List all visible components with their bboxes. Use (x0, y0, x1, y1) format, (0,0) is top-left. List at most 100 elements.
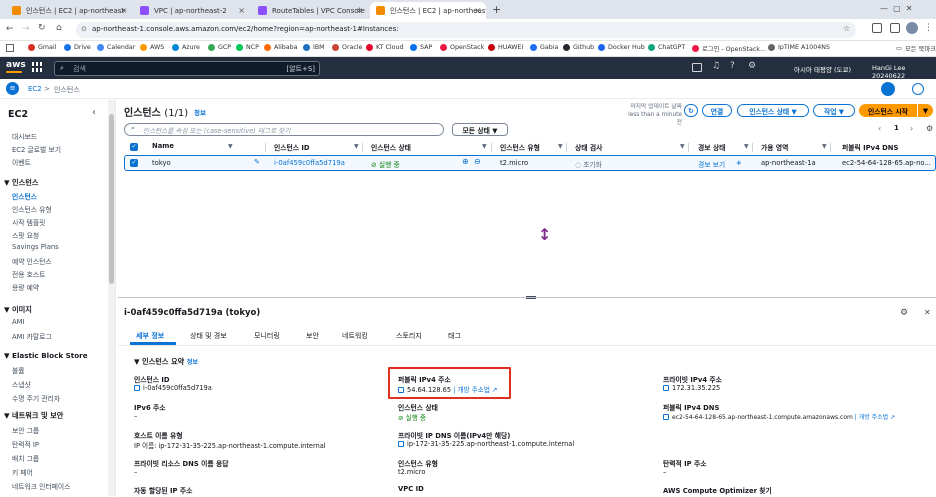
cell-instance-id-link[interactable]: i-0af459c0ffa5d719a (274, 159, 345, 167)
row-checkbox[interactable]: ✓ (130, 159, 138, 167)
bookmark-item[interactable]: KT Cloud (366, 44, 403, 51)
close-icon[interactable]: × (120, 6, 127, 15)
settings-gear-icon[interactable]: ⚙ (900, 308, 908, 318)
zoom-in-icon[interactable]: ⊕ (462, 157, 469, 166)
sidebar-item[interactable]: 스팟 요청 (12, 230, 39, 240)
sidebar-item[interactable]: 스냅샷 (12, 379, 31, 389)
sidebar-item-dashboard[interactable]: 대시보드 (12, 131, 37, 141)
open-address-link[interactable]: | 개방 주소법 (855, 414, 888, 421)
bookmark-item[interactable]: Calendar (97, 44, 135, 51)
sort-icon[interactable]: ▼ (482, 143, 487, 150)
refresh-button[interactable]: ↻ (684, 104, 698, 117)
sidebar-item[interactable]: 탄력적 IP (12, 439, 39, 449)
window-controls[interactable]: — ▢ ✕ (880, 4, 912, 13)
info-link[interactable]: 정보 (194, 107, 206, 117)
sidebar-item-global-view[interactable]: EC2 글로벌 보기 (12, 144, 61, 154)
forward-icon[interactable]: → (22, 24, 30, 34)
new-tab-button[interactable]: + (492, 3, 501, 16)
bookmark-item[interactable]: ChatGPT (648, 44, 685, 51)
sidebar-item[interactable]: 배치 그룹 (12, 453, 39, 463)
profile-avatar[interactable] (906, 22, 918, 34)
copy-icon[interactable] (398, 441, 404, 447)
close-icon[interactable]: × (238, 6, 245, 15)
state-filter-select[interactable]: 모든 상태 ▼ (452, 123, 508, 136)
sidebar-item[interactable]: 키 페어 (12, 467, 33, 477)
sidebar-item-events[interactable]: 이벤트 (12, 157, 31, 167)
bookmark-item[interactable]: Docker Hub (598, 44, 645, 51)
launch-dropdown-button[interactable]: ▼ (918, 104, 933, 117)
prev-page-icon[interactable]: ‹ (878, 124, 881, 133)
bookmark-item[interactable]: GCP (208, 44, 231, 51)
sidebar-item[interactable]: 예약 인스턴스 (12, 256, 52, 266)
bookmark-item[interactable]: Gabia (530, 44, 558, 51)
bookmark-item[interactable]: Azure (172, 44, 200, 51)
close-icon[interactable]: × (474, 6, 481, 15)
sidebar-item[interactable]: 시작 템플릿 (12, 217, 45, 227)
resize-arrows-icon[interactable]: ↕ (538, 225, 551, 244)
open-address-link[interactable]: | 개방 주소법 (453, 386, 490, 394)
instance-state-button[interactable]: 인스턴스 상태 ▼ (737, 104, 809, 117)
sidebar-item[interactable]: AMI (12, 318, 25, 326)
bookmark-folder[interactable]: ▭ 모든 북마크 (896, 44, 936, 53)
bookmark-item[interactable]: Github (563, 44, 594, 51)
bookmark-item[interactable]: Gmail (28, 44, 56, 51)
help-icon[interactable]: ? (730, 61, 735, 71)
menu-toggle-icon[interactable]: ≡ (6, 82, 19, 95)
summary-header[interactable]: ▼ 인스턴스 요약 정보 (134, 357, 198, 367)
tab-details[interactable]: 세부 정보 (136, 331, 164, 341)
bookmark-item[interactable]: HUAWEI (488, 44, 523, 51)
next-page-icon[interactable]: › (910, 124, 913, 133)
column-header[interactable]: 퍼블릭 IPv4 DNS (842, 142, 898, 152)
browser-tab-active[interactable]: 인스턴스 | EC2 | ap-northeast- × (370, 2, 486, 19)
sidebar-item[interactable]: 용량 예약 (12, 282, 39, 292)
aws-logo[interactable]: aws (6, 60, 26, 70)
tab-status[interactable]: 상태 및 경보 (190, 331, 227, 341)
select-all-checkbox[interactable]: ✓ (130, 143, 138, 151)
breadcrumb-ec2[interactable]: EC2 (28, 85, 42, 93)
tab-tags[interactable]: 태그 (448, 331, 461, 341)
back-icon[interactable]: ← (6, 24, 14, 34)
bookmark-item[interactable]: Alibaba (264, 44, 298, 51)
tab-networking[interactable]: 네트워킹 (342, 331, 368, 341)
sidebar-section-instances[interactable]: ▼ 인스턴스 (4, 178, 38, 188)
sidebar-section-network[interactable]: ▼ 네트워크 및 보안 (4, 411, 63, 421)
column-header[interactable]: 상태 검사 (575, 142, 602, 152)
home-icon[interactable]: ⌂ (56, 23, 62, 33)
tab-storage[interactable]: 스토리지 (396, 331, 422, 341)
info-panel-icon[interactable] (881, 82, 895, 96)
column-header[interactable]: 경보 상태 (698, 142, 725, 152)
sort-icon[interactable]: ▼ (822, 143, 827, 150)
copy-icon[interactable] (663, 414, 669, 420)
sidebar-scrollbar[interactable] (108, 100, 115, 496)
column-header[interactable]: 인스턴스 유형 (500, 142, 540, 152)
table-settings-icon[interactable]: ⚙ (926, 124, 933, 133)
sidebar-icon[interactable] (890, 23, 900, 33)
sort-icon[interactable]: ▼ (744, 143, 749, 150)
apps-icon[interactable] (6, 44, 14, 52)
close-icon[interactable]: × (356, 6, 363, 15)
drag-handle-icon[interactable] (526, 296, 536, 299)
sidebar-item[interactable]: 보안 그룹 (12, 425, 39, 435)
account-menu[interactable]: HanGi Lee 20240622 (872, 64, 936, 80)
close-sidebar-icon[interactable]: ‹ (92, 107, 96, 118)
sidebar-section-ebs[interactable]: ▼ Elastic Block Store (4, 351, 88, 360)
search-input[interactable]: ⌕ 검색 [알트+S] (54, 61, 320, 76)
page-number[interactable]: 1 (894, 124, 899, 132)
launch-instance-button[interactable]: 인스턴스 시작 (859, 104, 917, 117)
sidebar-item[interactable]: AMI 카탈로그 (12, 331, 52, 341)
copy-icon[interactable] (134, 385, 140, 391)
bookmark-item[interactable]: IBM (303, 44, 325, 51)
sidebar-item-instances[interactable]: 인스턴스 (12, 191, 37, 201)
add-alarm-icon[interactable]: + (736, 159, 742, 167)
sidebar-item[interactable]: 네트워크 인터페이스 (12, 481, 70, 491)
column-header[interactable]: 가용 영역 (761, 142, 788, 152)
sort-icon[interactable]: ▼ (558, 143, 563, 150)
region-selector[interactable]: 아시아 태평양 (도쿄) (794, 64, 851, 74)
bookmark-item[interactable]: IpTIME A1004NS (768, 44, 830, 51)
site-info-icon[interactable]: ⊙ (81, 25, 87, 33)
edit-name-icon[interactable]: ✎ (254, 158, 260, 166)
bookmark-item[interactable]: AWS (140, 44, 164, 51)
sidebar-item[interactable]: 볼륨 (12, 365, 25, 375)
bookmark-star-icon[interactable]: ☆ (843, 24, 850, 33)
filter-input[interactable]: ⌕ 인스턴스를 속성 또는 (case-sensitive) 태그로 찾기 (124, 123, 444, 136)
